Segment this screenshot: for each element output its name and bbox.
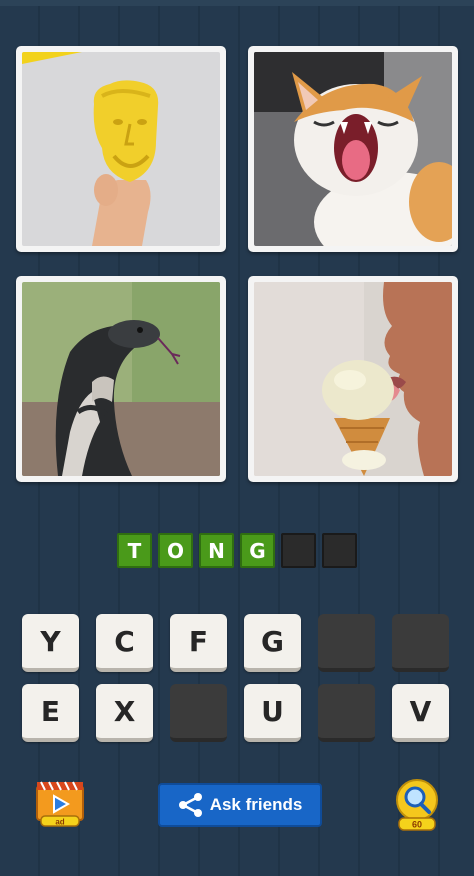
- video-reward-button[interactable]: ad: [35, 780, 85, 828]
- tile-ice-cream-image: [254, 282, 452, 476]
- used-letter-key: [392, 614, 449, 672]
- answer-slot-2[interactable]: O: [158, 533, 193, 568]
- letter-key-e[interactable]: E: [22, 684, 79, 742]
- letter-key-v[interactable]: V: [392, 684, 449, 742]
- answer-slot-6[interactable]: [322, 533, 357, 568]
- answer-slot-5[interactable]: [281, 533, 316, 568]
- answer-slot-1[interactable]: T: [117, 533, 152, 568]
- used-letter-key: [170, 684, 227, 742]
- letter-key-y[interactable]: Y: [22, 614, 79, 672]
- tile-yawning-cat-image: [254, 52, 452, 246]
- tile-cobra-image: [22, 282, 220, 476]
- tile-yellow-head[interactable]: [16, 46, 226, 252]
- letter-keyboard: Y C F G E X U V: [22, 614, 449, 742]
- hint-button[interactable]: 60: [391, 778, 443, 832]
- tile-cobra[interactable]: [16, 276, 226, 482]
- ask-friends-label: Ask friends: [209, 795, 303, 814]
- used-letter-key: [318, 614, 375, 672]
- video-badge-text: ad: [55, 818, 64, 827]
- tile-yawning-cat[interactable]: [248, 46, 458, 252]
- answer-slot-4[interactable]: G: [240, 533, 275, 568]
- top-edge: [0, 0, 474, 6]
- used-letter-key: [318, 684, 375, 742]
- answer-slot-3[interactable]: N: [199, 533, 234, 568]
- magnifier-hint-icon: 60: [396, 779, 438, 831]
- letter-key-c[interactable]: C: [96, 614, 153, 672]
- letter-key-f[interactable]: F: [170, 614, 227, 672]
- answer-slots: T O N G: [117, 533, 357, 568]
- letter-key-u[interactable]: U: [244, 684, 301, 742]
- letter-key-x[interactable]: X: [96, 684, 153, 742]
- letter-key-g[interactable]: G: [244, 614, 301, 672]
- share-icon: [178, 793, 202, 817]
- hint-cost-text: 60: [412, 820, 422, 830]
- video-reward-icon: ad: [36, 781, 84, 827]
- tile-yellow-head-image: [22, 52, 220, 246]
- ask-friends-button[interactable]: Ask friends: [158, 783, 322, 827]
- tile-ice-cream[interactable]: [248, 276, 458, 482]
